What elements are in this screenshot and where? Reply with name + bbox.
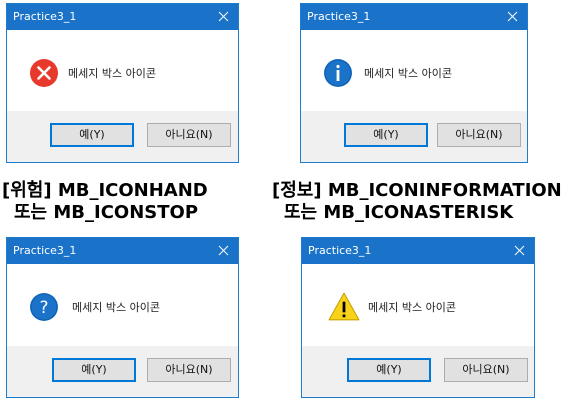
yes-button[interactable]: 예(Y)	[52, 358, 136, 382]
dialog-information: Practice3_1 메세지 박스 아이콘 예(Y) 아니요(N)	[300, 3, 528, 163]
close-icon[interactable]	[514, 245, 525, 256]
dialog-titlebar[interactable]: Practice3_1	[301, 4, 527, 30]
dialog-footer: 예(Y) 아니요(N)	[302, 346, 534, 397]
dialog-title: Practice3_1	[13, 10, 77, 23]
no-button[interactable]: 아니요(N)	[437, 123, 521, 147]
close-icon[interactable]	[507, 11, 518, 22]
dialog-footer: 예(Y) 아니요(N)	[7, 346, 238, 397]
dialog-body: 메세지 박스 아이콘	[7, 30, 238, 112]
dialog-message: 메세지 박스 아이콘	[368, 301, 456, 314]
dialog-title: Practice3_1	[308, 244, 372, 257]
question-icon: ?	[30, 293, 58, 321]
dialog-titlebar[interactable]: Practice3_1	[302, 238, 534, 264]
close-icon[interactable]	[218, 11, 229, 22]
caption-left: [위험] MB_ICONHAND 또는 MB_ICONSTOP	[2, 180, 208, 224]
dialog-body: 메세지 박스 아이콘	[302, 264, 534, 346]
information-icon	[324, 59, 352, 87]
yes-button[interactable]: 예(Y)	[344, 123, 428, 147]
no-button[interactable]: 아니요(N)	[147, 123, 231, 147]
dialog-question: Practice3_1 ? 메세지 박스 아이콘 예(Y) 아니요(N)	[6, 237, 239, 398]
no-button[interactable]: 아니요(N)	[147, 358, 231, 382]
dialog-title: Practice3_1	[307, 10, 371, 23]
warning-icon	[328, 292, 360, 321]
error-icon	[30, 59, 58, 87]
close-icon[interactable]	[218, 245, 229, 256]
caption-right: [정보] MB_ICONINFORMATION 또는 MB_ICONASTERI…	[272, 180, 562, 224]
no-button[interactable]: 아니요(N)	[444, 358, 528, 382]
dialog-error: Practice3_1 메세지 박스 아이콘 예(Y) 아니요(N)	[6, 3, 239, 163]
dialog-warning: Practice3_1 메세지 박스 아이콘 예(Y) 아니요(N)	[301, 237, 535, 398]
dialog-footer: 예(Y) 아니요(N)	[301, 111, 527, 162]
svg-text:?: ?	[39, 298, 48, 318]
dialog-footer: 예(Y) 아니요(N)	[7, 111, 238, 162]
dialog-title: Practice3_1	[13, 244, 77, 257]
dialog-titlebar[interactable]: Practice3_1	[7, 4, 238, 30]
caption-left-line1: [위험] MB_ICONHAND	[2, 180, 208, 201]
dialog-message: 메세지 박스 아이콘	[72, 301, 160, 314]
dialog-body: 메세지 박스 아이콘	[301, 30, 527, 112]
caption-left-line2: 또는 MB_ICONSTOP	[14, 202, 199, 223]
caption-right-line1: [정보] MB_ICONINFORMATION	[272, 180, 562, 201]
dialog-message: 메세지 박스 아이콘	[364, 67, 452, 80]
dialog-titlebar[interactable]: Practice3_1	[7, 238, 238, 264]
yes-button[interactable]: 예(Y)	[347, 358, 431, 382]
caption-right-line2: 또는 MB_ICONASTERISK	[284, 202, 514, 223]
dialog-message: 메세지 박스 아이콘	[68, 67, 156, 80]
dialog-body: ? 메세지 박스 아이콘	[7, 264, 238, 346]
yes-button[interactable]: 예(Y)	[50, 123, 134, 147]
